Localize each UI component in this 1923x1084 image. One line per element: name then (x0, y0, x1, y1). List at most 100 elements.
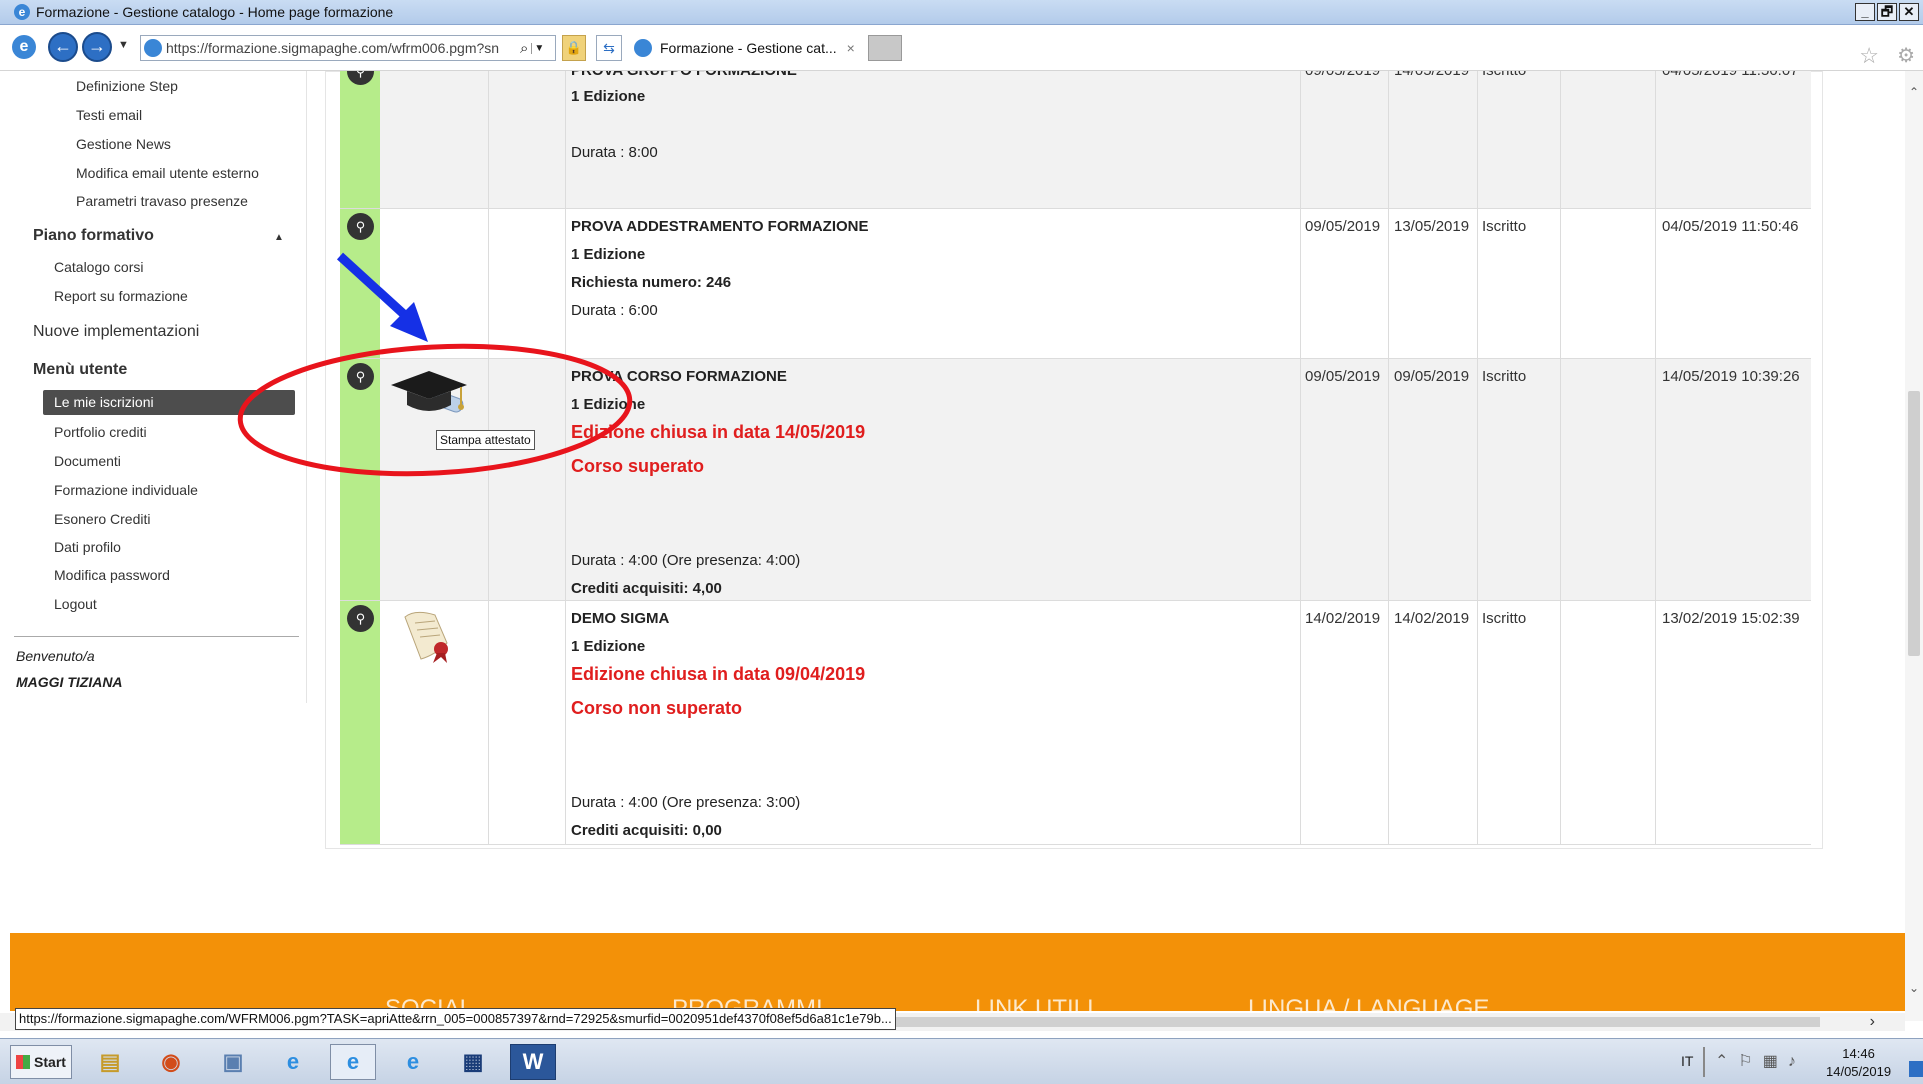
scrollbar-thumb[interactable] (1908, 391, 1920, 656)
restore-button[interactable]: 🗗 (1877, 3, 1897, 21)
forward-arrow-icon[interactable]: → (82, 32, 112, 62)
clock-date: 14/05/2019 (1826, 1064, 1892, 1079)
sidebar: Definizione Step Testi email Gestione Ne… (0, 71, 307, 703)
media-player-icon[interactable]: ◉ (148, 1044, 194, 1080)
user-name: MAGGI TIZIANA (16, 674, 123, 690)
caret-up-icon[interactable]: ▲ (274, 232, 284, 243)
system-clock[interactable]: 14:46 14/05/2019 (1826, 1045, 1891, 1081)
language-indicator[interactable]: IT (1681, 1053, 1693, 1069)
sidebar-divider (14, 636, 299, 637)
windows-flag-icon (16, 1055, 31, 1069)
course-title: DEMO SIGMA (571, 610, 670, 627)
tab-close-icon[interactable]: × (847, 40, 855, 56)
browser-tab[interactable]: Formazione - Gestione cat... × (634, 35, 866, 61)
course-duration: Durata : 4:00 (Ore presenza: 3:00) (571, 794, 801, 811)
view-details-icon[interactable]: ⚲ (347, 605, 374, 632)
enrollment-status: Iscritto (1482, 218, 1527, 235)
scroll-right-icon[interactable]: › (1870, 1013, 1875, 1031)
registration-time: 14/05/2019 10:39:26 (1662, 368, 1800, 385)
address-dropdown-icon[interactable]: ▼ (531, 42, 544, 54)
start-date: 09/05/2019 (1305, 218, 1381, 235)
sidebar-item-logout[interactable]: Logout (54, 596, 97, 612)
sidebar-item-testi-email[interactable]: Testi email (76, 107, 142, 123)
windows-taskbar: Start ▤ ◉ ▣ e e e ▦ W IT ⌃⚐▦♪ 14:46 14/0… (0, 1038, 1923, 1084)
table-row: ⚲ DEMO SIGMA 1 Edizione Edizione chiusa … (340, 601, 1811, 845)
footer-language-heading: LINGUA / LANGUAGE (1248, 995, 1490, 1011)
start-date: 09/05/2019 (1305, 368, 1381, 385)
tab-favicon-icon (634, 39, 652, 57)
sidebar-item-nuove-implementazioni[interactable]: Nuove implementazioni (33, 323, 199, 341)
edition-closed-notice: Edizione chiusa in data 09/04/2019 (571, 664, 866, 684)
window-title: Formazione - Gestione catalogo - Home pa… (36, 4, 394, 20)
sidebar-item-documenti[interactable]: Documenti (54, 453, 121, 469)
remote-desktop-icon[interactable]: ▣ (210, 1044, 256, 1080)
status-bar-url: https://formazione.sigmapaghe.com/WFRM00… (15, 1008, 896, 1030)
course-duration: Durata : 8:00 (571, 144, 658, 161)
sidebar-item-catalogo-corsi[interactable]: Catalogo corsi (54, 259, 144, 275)
sidebar-item-parametri-travaso[interactable]: Parametri travaso presenze (76, 193, 248, 209)
internet-explorer-icon[interactable]: e (270, 1044, 316, 1080)
sidebar-item-formazione-individuale[interactable]: Formazione individuale (54, 482, 198, 498)
scroll-down-icon[interactable]: ⌄ (1909, 981, 1919, 995)
graduation-cap-icon[interactable] (389, 365, 469, 425)
table-row: ⚲ PROVA GRUPPO FORMAZIONE 1 Edizione Dur… (340, 71, 1811, 209)
search-icon[interactable]: ⌕ (520, 40, 528, 57)
sidebar-item-portfolio-crediti[interactable]: Portfolio crediti (54, 424, 147, 440)
tray-icons[interactable]: ⌃⚐▦♪ (1715, 1051, 1806, 1071)
sidebar-item-le-mie-iscrizioni[interactable]: Le mie iscrizioni (43, 390, 295, 415)
table-row: ⚲ PROVA CORSO FORMAZIONE 1 Edizione Ediz… (340, 359, 1811, 601)
sidebar-item-report-formazione[interactable]: Report su formazione (54, 288, 188, 304)
end-date: 13/05/2019 (1394, 218, 1470, 235)
vertical-scrollbar[interactable]: ⌃ ⌄ (1905, 71, 1923, 1021)
course-edition: 1 Edizione (571, 638, 646, 655)
course-credits: Crediti acquisiti: 0,00 (571, 822, 722, 839)
window-titlebar: e Formazione - Gestione catalogo - Home … (0, 0, 1923, 25)
close-window-button[interactable]: ✕ (1899, 3, 1919, 21)
sidebar-section-menu-utente[interactable]: Menù utente (33, 361, 127, 379)
print-certificate-tooltip: Stampa attestato (436, 430, 535, 450)
gear-icon[interactable]: ⚙ (1897, 43, 1915, 68)
minimize-button[interactable]: _ (1855, 3, 1875, 21)
file-explorer-icon[interactable]: ▤ (87, 1044, 133, 1080)
start-button[interactable]: Start (10, 1045, 72, 1079)
table-row: ⚲ PROVA ADDESTRAMENTO FORMAZIONE 1 Edizi… (340, 209, 1811, 359)
word-icon[interactable]: W (510, 1044, 556, 1080)
sidebar-item-gestione-news[interactable]: Gestione News (76, 136, 171, 152)
sidebar-item-modifica-password[interactable]: Modifica password (54, 567, 170, 583)
course-table: ⚲ PROVA GRUPPO FORMAZIONE 1 Edizione Dur… (325, 71, 1823, 849)
view-details-icon[interactable]: ⚲ (347, 363, 374, 390)
status-indicator (340, 71, 380, 208)
internet-explorer-active-icon[interactable]: e (330, 1044, 376, 1080)
start-label: Start (34, 1054, 66, 1070)
sidebar-item-esonero-crediti[interactable]: Esonero Crediti (54, 511, 151, 527)
sidebar-section-piano-formativo[interactable]: Piano formativo (33, 227, 154, 245)
address-url[interactable]: https://formazione.sigmapaghe.com/wfrm00… (166, 40, 516, 56)
app-grid-icon[interactable]: ▦ (450, 1044, 496, 1080)
sidebar-item-dati-profilo[interactable]: Dati profilo (54, 539, 121, 555)
end-date: 09/05/2019 (1394, 368, 1470, 385)
start-date: 09/05/2019 (1305, 71, 1380, 79)
favorites-star-icon[interactable]: ☆ (1859, 43, 1879, 69)
registration-time: 13/02/2019 15:02:39 (1662, 610, 1800, 627)
tray-separator (1703, 1047, 1705, 1077)
welcome-label: Benvenuto/a (16, 648, 95, 664)
new-tab-button[interactable] (868, 35, 902, 61)
view-details-icon[interactable]: ⚲ (347, 213, 374, 240)
history-dropdown-icon[interactable]: ▼ (118, 39, 129, 51)
enrollment-status: Iscritto (1482, 71, 1526, 79)
compat-view-icon[interactable]: ⇆ (596, 35, 622, 61)
sidebar-item-definizione-step[interactable]: Definizione Step (76, 78, 178, 94)
certificate-scroll-icon (404, 611, 448, 663)
internet-explorer-second-icon[interactable]: e (390, 1044, 436, 1080)
course-result: Corso non superato (571, 698, 743, 718)
back-arrow-icon[interactable]: ← (48, 32, 78, 62)
show-desktop-button[interactable] (1909, 1061, 1923, 1077)
lock-icon[interactable]: 🔒 (562, 35, 586, 61)
end-date: 14/02/2019 (1394, 610, 1470, 627)
status-indicator (340, 359, 380, 600)
sidebar-item-modifica-email[interactable]: Modifica email utente esterno (76, 165, 259, 181)
course-title: PROVA ADDESTRAMENTO FORMAZIONE (571, 218, 869, 235)
course-title: PROVA CORSO FORMAZIONE (571, 368, 787, 385)
address-bar[interactable]: https://formazione.sigmapaghe.com/wfrm00… (140, 35, 556, 61)
scroll-up-icon[interactable]: ⌃ (1909, 85, 1919, 99)
